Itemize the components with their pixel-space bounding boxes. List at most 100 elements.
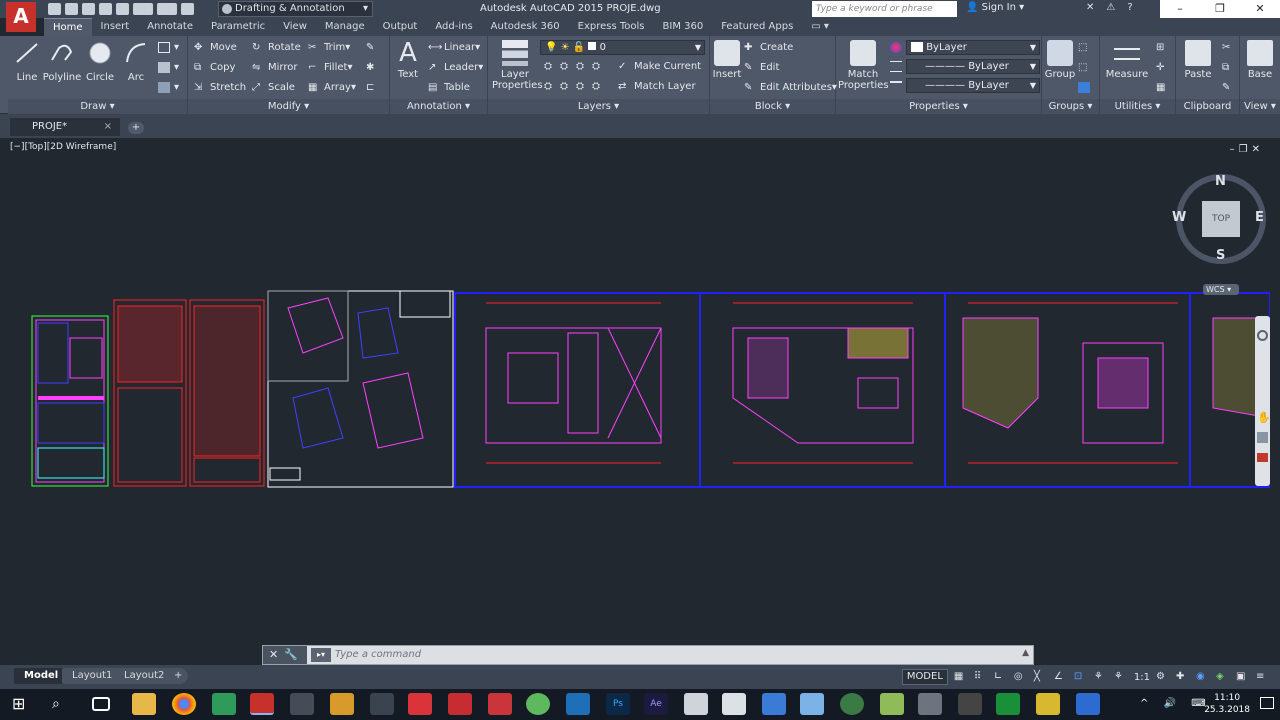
tab-parametric[interactable]: Parametric bbox=[202, 18, 274, 36]
minimize-icon[interactable]: – bbox=[1160, 0, 1200, 18]
isodraft-icon[interactable]: ╳ bbox=[1034, 671, 1048, 683]
tab-bim-360[interactable]: BIM 360 bbox=[654, 18, 713, 36]
vpn-icon[interactable] bbox=[840, 693, 864, 715]
match-layer-button[interactable]: ⇄ Match Layer bbox=[618, 81, 696, 92]
groups-panel-title[interactable]: Groups ▾ bbox=[1042, 99, 1099, 114]
warning-icon[interactable]: ⚠ bbox=[1106, 2, 1115, 13]
camera-app-icon[interactable] bbox=[918, 693, 942, 715]
model-space-button[interactable]: MODEL bbox=[901, 669, 948, 685]
print-icon[interactable] bbox=[116, 3, 129, 15]
polyline-button[interactable]: Polyline bbox=[42, 40, 82, 83]
close-icon[interactable]: × bbox=[104, 118, 112, 136]
utilities-panel-title[interactable]: Utilities ▾ bbox=[1100, 99, 1175, 114]
view-panel-title[interactable]: View ▾ bbox=[1240, 99, 1280, 114]
gear-icon[interactable]: ⚙ bbox=[1156, 671, 1170, 683]
windows-start-icon[interactable]: ⊞ bbox=[12, 693, 36, 715]
mirror-button[interactable]: ⇋ Mirror bbox=[252, 62, 297, 73]
showmotion-icon[interactable] bbox=[1257, 453, 1268, 462]
archive-icon[interactable] bbox=[1036, 693, 1060, 715]
maximize-icon[interactable]: ❐ bbox=[1200, 0, 1240, 18]
ungroup-button[interactable]: ⬚ bbox=[1078, 42, 1094, 53]
array-button[interactable]: ▦ Array ▾ bbox=[308, 82, 356, 93]
app-icon-blue[interactable] bbox=[800, 693, 824, 715]
tab-express-tools[interactable]: Express Tools bbox=[569, 18, 654, 36]
leader-button[interactable]: ↗ Leader ▾ bbox=[428, 62, 483, 73]
layer-isolate-icon[interactable]: ⛭ bbox=[544, 61, 556, 72]
search-input[interactable]: Type a keyword or phrase bbox=[812, 1, 957, 17]
save-as-icon[interactable] bbox=[99, 3, 112, 15]
open-file-icon[interactable] bbox=[65, 3, 78, 15]
scale-button[interactable]: ⤢ Scale bbox=[252, 82, 295, 93]
draw-panel-title[interactable]: Draw ▾ bbox=[8, 99, 187, 114]
table-button[interactable]: ▤ Table bbox=[428, 82, 470, 93]
application-menu-button[interactable]: A bbox=[6, 2, 36, 32]
object-snap-tracking-icon[interactable]: ∠ bbox=[1054, 671, 1068, 683]
compass-south[interactable]: S bbox=[1216, 248, 1225, 263]
snap-icon[interactable]: ⠿ bbox=[974, 671, 988, 683]
stretch-button[interactable]: ⇲ Stretch bbox=[194, 82, 246, 93]
annotation-visibility-icon[interactable]: ⚘ bbox=[1094, 671, 1108, 683]
linetype-dropdown[interactable]: ———— ByLayer ▼ bbox=[906, 59, 1040, 74]
tab-insert[interactable]: Insert bbox=[92, 18, 139, 36]
task-view-icon[interactable] bbox=[92, 697, 110, 711]
document-tab-proje[interactable]: PROJE* × bbox=[10, 118, 120, 136]
drawing-canvas[interactable]: [−][Top][2D Wireframe] –❐✕ N S W E TOP W… bbox=[8, 138, 1271, 668]
isolate-objects-icon[interactable]: ◈ bbox=[1216, 671, 1230, 683]
tab-featured-apps[interactable]: Featured Apps bbox=[712, 18, 802, 36]
tab-add-ins[interactable]: Add-ins bbox=[426, 18, 481, 36]
media-player-icon[interactable] bbox=[330, 693, 354, 715]
clean-screen-icon[interactable]: ▣ bbox=[1236, 671, 1250, 683]
compass-west[interactable]: W bbox=[1172, 210, 1186, 225]
line-button[interactable]: Line bbox=[12, 40, 42, 83]
command-history-toggle[interactable]: ▲ bbox=[1022, 648, 1029, 658]
match-clip-button[interactable]: ✎ bbox=[1222, 82, 1238, 93]
zoom-icon[interactable] bbox=[1257, 432, 1268, 443]
chrome-icon[interactable] bbox=[172, 693, 196, 715]
layer-properties-button[interactable]: Layer Properties bbox=[492, 40, 543, 91]
object-snap-icon[interactable]: ⊡ bbox=[1074, 671, 1088, 683]
rotate-button[interactable]: ↻ Rotate bbox=[252, 42, 301, 53]
cut-button[interactable]: ✂ bbox=[1222, 42, 1238, 53]
layer-off-icon[interactable]: ⛭ bbox=[560, 61, 572, 72]
help-icon[interactable]: ? bbox=[1127, 2, 1132, 13]
linear-dimension-button[interactable]: ⟷ Linear ▾ bbox=[428, 42, 480, 53]
tab-autodesk-360[interactable]: Autodesk 360 bbox=[482, 18, 569, 36]
plot-icon[interactable] bbox=[181, 3, 194, 15]
clipboard-panel-title[interactable]: Clipboard bbox=[1176, 99, 1239, 114]
group-selection-button[interactable] bbox=[1078, 82, 1094, 93]
tab-manage[interactable]: Manage bbox=[316, 18, 374, 36]
properties-panel-title[interactable]: Properties ▾ bbox=[836, 99, 1041, 114]
layer-on-icon[interactable]: ⛭ bbox=[560, 81, 572, 92]
modify-panel-title[interactable]: Modify ▾ bbox=[188, 99, 389, 114]
redo-icon[interactable] bbox=[157, 3, 177, 15]
app-icon-grey[interactable] bbox=[684, 693, 708, 715]
calculator-icon[interactable] bbox=[290, 693, 314, 715]
new-file-icon[interactable] bbox=[48, 3, 61, 15]
layer-unlock-icon[interactable]: ⛭ bbox=[592, 81, 604, 92]
hatch-button[interactable]: ▾ bbox=[158, 62, 179, 73]
offset-button[interactable]: ⊏ bbox=[366, 82, 382, 93]
gradient-button[interactable]: ▾ bbox=[158, 82, 179, 93]
measure-button[interactable]: Measure bbox=[1104, 40, 1150, 80]
copy-clip-button[interactable]: ⧉ bbox=[1222, 62, 1238, 73]
hardware-acceleration-icon[interactable]: ◉ bbox=[1196, 671, 1210, 683]
after-effects-icon[interactable]: Ae bbox=[644, 693, 668, 715]
tab-annotate[interactable]: Annotate bbox=[138, 18, 202, 36]
paint-icon[interactable] bbox=[880, 693, 904, 715]
tab-view[interactable]: View bbox=[274, 18, 316, 36]
edit-block-button[interactable]: ✎ Edit bbox=[744, 62, 779, 73]
grid-icon[interactable]: ▦ bbox=[954, 671, 968, 683]
layer-freeze-icon[interactable]: ⛭ bbox=[576, 61, 588, 72]
wcs-menu[interactable]: WCS ▾ bbox=[1203, 284, 1239, 295]
torrent-icon[interactable] bbox=[526, 693, 550, 715]
color-dropdown[interactable]: ByLayer ▼ bbox=[906, 40, 1040, 55]
app-icon-pen[interactable] bbox=[370, 693, 394, 715]
edit-attributes-button[interactable]: ✎ Edit Attributes ▾ bbox=[744, 82, 837, 93]
undo-icon[interactable] bbox=[133, 3, 153, 15]
auto-scale-icon[interactable]: ⚘ bbox=[1114, 671, 1128, 683]
layer-dropdown[interactable]: 💡 ☀ 🔓 0 ▼ bbox=[540, 40, 705, 55]
layout-app-icon[interactable] bbox=[488, 693, 512, 715]
app-icon-green[interactable] bbox=[212, 693, 236, 715]
photoshop-icon[interactable]: Ps bbox=[606, 693, 630, 715]
close-icon[interactable]: ✕ bbox=[269, 648, 284, 661]
